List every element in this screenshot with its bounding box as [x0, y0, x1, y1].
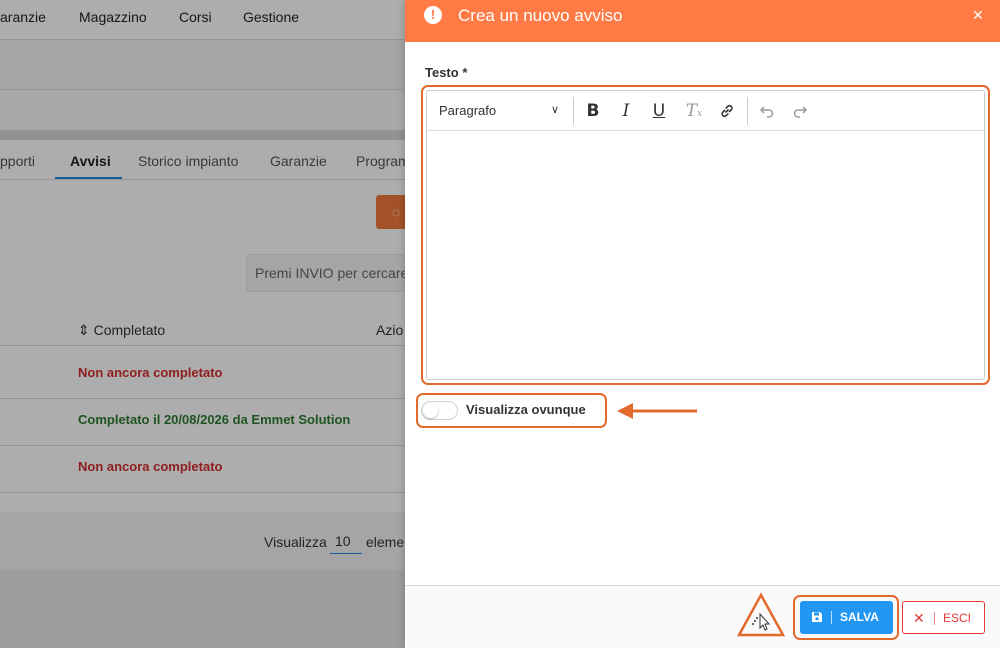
show-everywhere-label: Visualizza ovunque — [466, 402, 586, 417]
toolbar-divider — [573, 97, 574, 125]
close-icon[interactable]: ✕ — [970, 6, 986, 24]
create-notice-drawer: ! Crea un nuovo avviso ✕ Testo * Paragra… — [405, 0, 1000, 648]
save-label: SALVA — [840, 610, 879, 624]
save-button[interactable]: SALVA — [800, 601, 893, 634]
alert-icon: ! — [424, 6, 442, 24]
toggle-knob — [423, 403, 438, 418]
editor-content-area[interactable] — [427, 132, 984, 379]
toolbar-divider — [747, 97, 748, 125]
close-icon: ✕ — [913, 610, 925, 626]
clear-format-icon[interactable]: Tx — [683, 100, 705, 122]
button-divider — [831, 611, 832, 624]
exit-button[interactable]: ✕ ESCI — [902, 601, 985, 634]
drawer-header: ! Crea un nuovo avviso ✕ — [405, 0, 1000, 42]
paragraph-style-value: Paragrafo — [439, 103, 497, 118]
bold-icon[interactable]: B — [582, 100, 604, 122]
show-everywhere-toggle[interactable] — [421, 401, 458, 420]
cursor-warning-icon — [736, 592, 786, 637]
chevron-down-icon: ∨ — [551, 104, 560, 116]
button-divider — [934, 612, 935, 625]
rich-text-editor: Paragrafo ∨ B I U Tx — [426, 90, 985, 380]
undo-icon[interactable] — [756, 100, 778, 122]
paragraph-style-select[interactable]: Paragrafo ∨ — [439, 101, 563, 121]
italic-icon[interactable]: I — [615, 100, 637, 122]
text-field-label: Testo * — [425, 65, 468, 80]
link-icon[interactable] — [716, 100, 738, 122]
editor-toolbar: Paragrafo ∨ B I U Tx — [427, 91, 984, 131]
annotation-arrow-icon — [617, 403, 697, 419]
drawer-title: Crea un nuovo avviso — [458, 6, 623, 25]
floppy-disk-icon — [812, 612, 822, 622]
exit-label: ESCI — [943, 611, 972, 625]
underline-icon[interactable]: U — [648, 100, 670, 122]
redo-icon[interactable] — [789, 100, 811, 122]
